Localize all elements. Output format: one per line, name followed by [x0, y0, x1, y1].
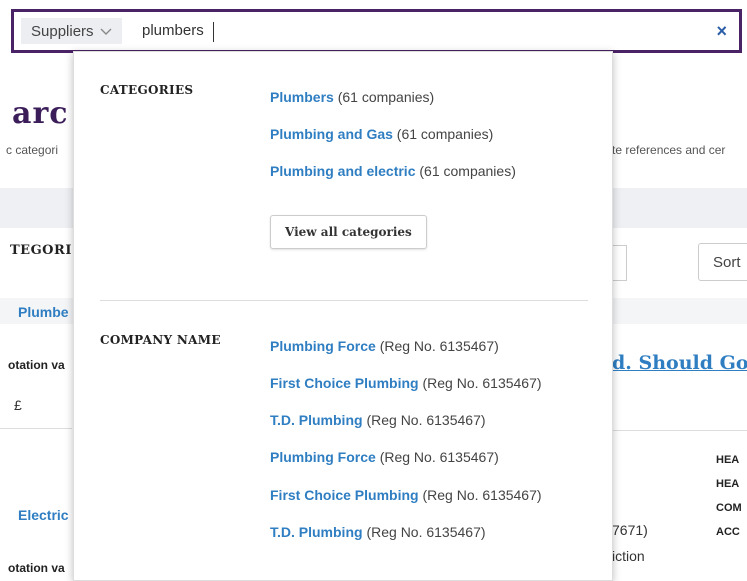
company-reg: (Reg No. 6135467)	[422, 487, 542, 503]
company-name-heading: COMPANY NAME	[100, 333, 221, 347]
company-reg: (Reg No. 6135467)	[379, 449, 499, 465]
company-title-link[interactable]: d. Should Go	[612, 352, 747, 374]
view-all-categories-button[interactable]: View all categories	[270, 215, 427, 249]
side-label: ACC	[716, 526, 740, 538]
company-suggestion[interactable]: Plumbing Force (Reg No. 6135467)	[270, 449, 499, 465]
category-name: Plumbing and electric	[270, 163, 416, 179]
company-name: First Choice Plumbing	[270, 375, 419, 391]
result-link-electric[interactable]: Electric	[18, 507, 69, 523]
quotation-label: otation va	[8, 358, 65, 372]
page-subtitle-left: c categori	[6, 143, 59, 157]
category-suggestion[interactable]: Plumbing and electric (61 companies)	[270, 163, 516, 179]
currency-symbol: £	[14, 397, 22, 413]
result-link-plumbers[interactable]: Plumbe	[18, 304, 69, 320]
search-suggestions-dropdown: CATEGORIES Plumbers (61 companies) Plumb…	[73, 51, 613, 581]
category-name: Plumbing and Gas	[270, 126, 393, 142]
clear-search-icon[interactable]: ×	[716, 20, 727, 42]
company-reg: (Reg No. 6135467)	[422, 375, 542, 391]
category-suggestion[interactable]: Plumbing and Gas (61 companies)	[270, 126, 493, 142]
company-suggestion[interactable]: T.D. Plumbing (Reg No. 6135467)	[270, 412, 486, 428]
company-reg: (Reg No. 6135467)	[366, 524, 486, 540]
company-name: T.D. Plumbing	[270, 524, 363, 540]
company-suggestion[interactable]: First Choice Plumbing (Reg No. 6135467)	[270, 487, 542, 503]
reg-number-tail: 7671)	[612, 522, 648, 538]
side-label: HEA	[716, 454, 740, 466]
categories-filter-label: TEGORI	[10, 243, 72, 258]
company-reg: (Reg No. 6135467)	[379, 338, 499, 354]
company-suggestion[interactable]: T.D. Plumbing (Reg No. 6135467)	[270, 524, 486, 540]
side-label: HEA	[716, 478, 740, 490]
action-text-tail: iction	[612, 548, 645, 564]
company-reg: (Reg No. 6135467)	[366, 412, 486, 428]
search-scope-dropdown[interactable]: Suppliers	[21, 18, 122, 44]
page-subtitle-right: te references and cer	[612, 143, 726, 157]
category-name: Plumbers	[270, 89, 334, 105]
chevron-down-icon	[100, 28, 112, 35]
search-bar: Suppliers ×	[11, 9, 742, 53]
search-input[interactable]	[142, 18, 622, 44]
company-name: T.D. Plumbing	[270, 412, 363, 428]
divider-right	[612, 430, 747, 431]
divider-left	[0, 428, 72, 429]
company-name: Plumbing Force	[270, 338, 376, 354]
category-count: (61 companies)	[396, 126, 494, 142]
side-labels: HEA HEA COM ACC	[716, 448, 742, 544]
company-suggestion[interactable]: First Choice Plumbing (Reg No. 6135467)	[270, 375, 542, 391]
sort-dropdown[interactable]: Sort	[698, 243, 747, 281]
page-heading: arc	[12, 96, 69, 131]
company-name: First Choice Plumbing	[270, 487, 419, 503]
company-name: Plumbing Force	[270, 449, 376, 465]
category-count: (61 companies)	[419, 163, 516, 179]
text-caret	[213, 22, 214, 42]
quotation-label: otation va	[8, 561, 65, 575]
filter-input[interactable]	[612, 245, 627, 281]
search-scope-label: Suppliers	[31, 22, 94, 40]
side-label: COM	[716, 502, 742, 514]
category-count: (61 companies)	[337, 89, 435, 105]
category-suggestion[interactable]: Plumbers (61 companies)	[270, 89, 434, 105]
categories-heading: CATEGORIES	[100, 83, 194, 97]
company-suggestion[interactable]: Plumbing Force (Reg No. 6135467)	[270, 338, 499, 354]
section-divider	[100, 300, 588, 301]
